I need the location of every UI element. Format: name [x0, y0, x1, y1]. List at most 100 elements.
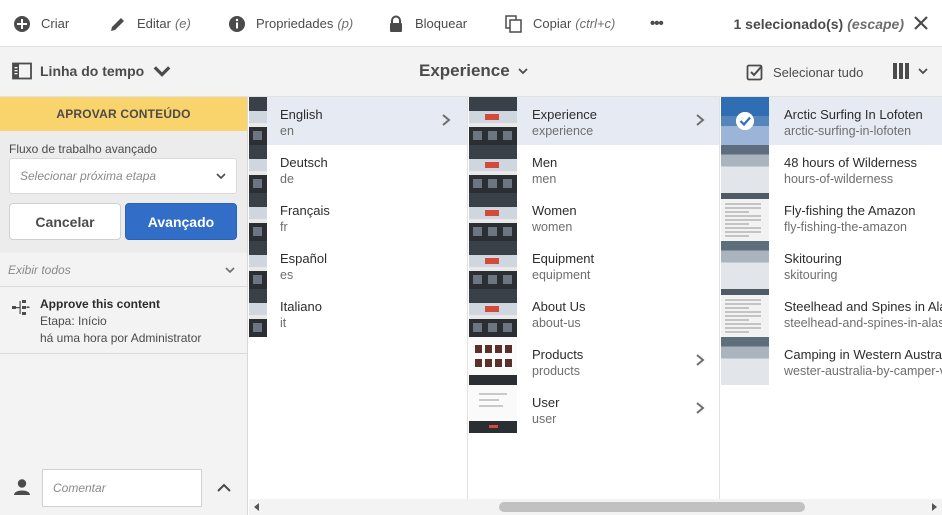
- rail-label: Linha do tempo: [40, 63, 145, 79]
- create-button[interactable]: Criar: [13, 0, 69, 47]
- task-step: Etapa: Início: [40, 314, 107, 328]
- chevron-up-icon[interactable]: [215, 479, 233, 497]
- more-icon: •••: [650, 15, 664, 32]
- page-row[interactable]: 48 hours of Wilderness hours-of-wildernes…: [721, 145, 942, 193]
- cancel-button[interactable]: Cancelar: [9, 203, 121, 240]
- section-row[interactable]: Women women: [469, 193, 719, 241]
- selection-escape-hint: (escape): [847, 15, 904, 32]
- comment-input[interactable]: [42, 469, 202, 507]
- page-thumbnail: [469, 289, 517, 337]
- selection-count: 1 selecionado(s) (escape): [733, 0, 904, 47]
- language-column: English en Deutsch de Français fr Español es Ita…: [249, 97, 468, 499]
- scroll-right-arrow[interactable]: [932, 503, 937, 511]
- item-title: Italiano: [280, 299, 322, 314]
- timeline-rail: APROVAR CONTEÚDO Fluxo de trabalho avanç…: [0, 97, 248, 515]
- item-name: user: [532, 412, 557, 426]
- pencil-icon: [111, 17, 124, 31]
- page-row[interactable]: Camping in Western Australia wester-austr…: [721, 337, 942, 385]
- language-row[interactable]: Español es: [249, 241, 467, 289]
- advance-button[interactable]: Avançado: [125, 203, 237, 240]
- close-icon[interactable]: [912, 14, 930, 32]
- page-row[interactable]: Skitouring skitouring: [721, 241, 942, 289]
- chevron-right-icon: [696, 402, 705, 414]
- item-title: Steelhead and Spines in Alaska: [784, 299, 942, 314]
- language-row[interactable]: Français fr: [249, 193, 467, 241]
- item-title: 48 hours of Wilderness: [784, 155, 917, 170]
- workflow-icon: [12, 300, 30, 315]
- page-row[interactable]: Steelhead and Spines in Alaska steelhead-…: [721, 289, 942, 337]
- chevron-down-icon: [225, 266, 235, 273]
- lock-icon: [390, 15, 402, 32]
- item-name: es: [280, 268, 294, 282]
- view-toolbar: Linha do tempo Experience Selecionar tud…: [0, 47, 942, 97]
- section-row[interactable]: Equipment equipment: [469, 241, 719, 289]
- view-switcher[interactable]: [892, 62, 928, 80]
- language-row[interactable]: Deutsch de: [249, 145, 467, 193]
- action-bar: Criar Editar (e) Propriedades (p) Bloque…: [0, 0, 942, 47]
- next-step-select[interactable]: Selecionar próxima etapa: [9, 158, 237, 194]
- breadcrumb[interactable]: Experience: [419, 61, 528, 81]
- page-thumbnail: [469, 193, 517, 241]
- properties-button[interactable]: Propriedades (p): [228, 0, 353, 47]
- page-thumbnail: [721, 289, 769, 337]
- chevron-down-icon: [918, 68, 928, 75]
- item-title: About Us: [532, 299, 586, 314]
- show-all-filter[interactable]: Exibir todos: [0, 253, 247, 287]
- page-row[interactable]: Fly-fishing the Amazon fly-fishing-the-am…: [721, 193, 942, 241]
- checkmark-icon: [736, 112, 754, 130]
- section-row[interactable]: About Us about-us: [469, 289, 719, 337]
- lock-label: Bloquear: [415, 16, 468, 31]
- item-name: de: [280, 172, 294, 186]
- properties-shortcut: (p): [337, 16, 354, 31]
- item-title: Arctic Surfing In Lofoten: [784, 107, 923, 122]
- page-thumbnail: [721, 337, 769, 385]
- scroll-left-arrow[interactable]: [254, 503, 259, 511]
- breadcrumb-title: Experience: [419, 61, 510, 80]
- item-title: Products: [532, 347, 584, 362]
- item-name: it: [280, 316, 287, 330]
- item-name: hours-of-wilderness: [784, 172, 894, 186]
- section-row[interactable]: Products products: [469, 337, 719, 385]
- section-row[interactable]: Men men: [469, 145, 719, 193]
- language-row[interactable]: Italiano it: [249, 289, 467, 337]
- item-title: Fly-fishing the Amazon: [784, 203, 916, 218]
- comment-area: [0, 469, 248, 507]
- section-row[interactable]: Experience experience: [469, 97, 719, 145]
- item-name: equipment: [532, 268, 591, 282]
- rail-icon: [12, 62, 32, 80]
- scrollbar-thumb[interactable]: [499, 502, 805, 512]
- item-title: Deutsch: [280, 155, 328, 170]
- item-title: Women: [532, 203, 577, 218]
- item-title: Español: [280, 251, 327, 266]
- page-row[interactable]: Arctic Surfing In Lofoten arctic-surfing-…: [721, 97, 942, 145]
- item-title: Camping in Western Australia: [784, 347, 942, 362]
- chevron-down-icon: [518, 68, 528, 75]
- page-thumbnail: [249, 145, 267, 193]
- select-all-label: Selecionar tudo: [773, 64, 864, 80]
- language-row[interactable]: English en: [249, 97, 467, 145]
- workflow-task[interactable]: Approve this content Etapa: Início há um…: [0, 287, 247, 354]
- lock-button[interactable]: Bloquear: [387, 0, 467, 47]
- section-column: Experience experience Men men Women women Equi…: [469, 97, 720, 499]
- item-name: products: [532, 364, 580, 378]
- item-title: Equipment: [532, 251, 595, 266]
- section-row[interactable]: User user: [469, 385, 719, 433]
- page-thumbnail: [469, 241, 517, 289]
- page-thumbnail: [469, 145, 517, 193]
- rail-toggle-button[interactable]: Linha do tempo: [12, 62, 172, 80]
- item-title: Français: [280, 203, 330, 218]
- create-label: Criar: [41, 16, 70, 31]
- copy-button[interactable]: Copiar (ctrl+c): [505, 0, 615, 47]
- page-thumbnail: [249, 97, 267, 145]
- horizontal-scrollbar[interactable]: [249, 499, 942, 515]
- select-all-button[interactable]: Selecionar tudo: [746, 63, 863, 81]
- workflow-label: Fluxo de trabalho avançado: [9, 142, 158, 156]
- edit-button[interactable]: Editar (e): [109, 0, 191, 47]
- page-thumbnail: [249, 241, 267, 289]
- properties-label: Propriedades: [256, 16, 334, 31]
- item-name: skitouring: [784, 268, 838, 282]
- chevron-right-icon: [696, 114, 705, 126]
- show-all-label: Exibir todos: [8, 262, 71, 277]
- copy-shortcut: (ctrl+c): [575, 16, 616, 31]
- more-button[interactable]: •••: [650, 0, 664, 47]
